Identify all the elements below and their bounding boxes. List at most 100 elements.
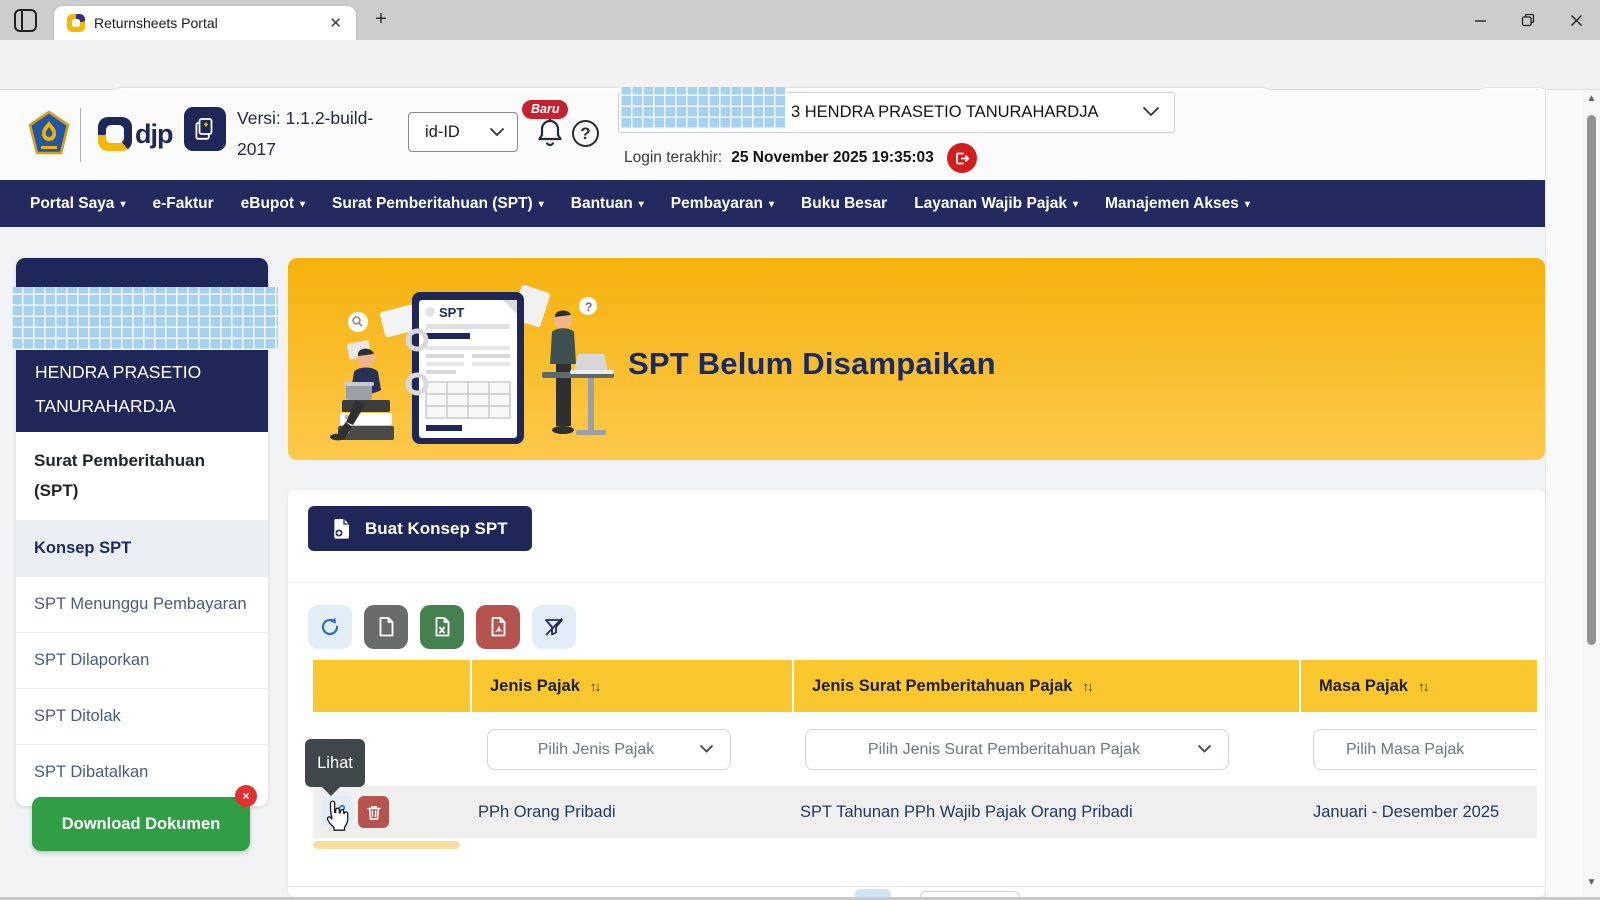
buat-konsep-spt-button[interactable]: Buat Konsep SPT: [308, 506, 532, 551]
chevron-down-icon: ▾: [1245, 199, 1250, 210]
sidebar-item-spt-menunggu-pembayaran[interactable]: SPT Menunggu Pembayaran: [16, 577, 268, 633]
banner-illustration: SPT: [320, 280, 620, 448]
restore-button[interactable]: [1504, 0, 1552, 40]
badge-close-icon[interactable]: ×: [235, 785, 257, 807]
scroll-down-icon[interactable]: ▼: [1583, 877, 1600, 888]
chevron-down-icon: [699, 744, 714, 754]
chevron-down-icon: ▾: [639, 199, 644, 210]
chevron-down-icon: [1197, 744, 1212, 754]
site-favicon-icon: [67, 14, 85, 32]
chevron-down-icon: [489, 127, 505, 137]
kemenkeu-logo-icon: [28, 110, 70, 156]
scroll-up-icon[interactable]: ▲: [1583, 93, 1600, 104]
pdf-file-icon: [488, 616, 508, 638]
sidebar-item-spt-dilaporkan[interactable]: SPT Dilaporkan: [16, 633, 268, 689]
returnsheets-app-icon[interactable]: [184, 107, 226, 151]
new-tab-button[interactable]: +: [368, 8, 394, 31]
filter-jenis-pajak-select[interactable]: Pilih Jenis Pajak: [487, 729, 731, 770]
column-header-jenis-pajak[interactable]: Jenis Pajak↑↓: [470, 660, 792, 712]
nav-bantuan[interactable]: Bantuan▾: [571, 195, 644, 213]
last-login-row: Login terakhir: 25 November 2025 19:35:0…: [624, 143, 977, 173]
sort-icon[interactable]: ↑↓: [1418, 679, 1428, 694]
close-button[interactable]: [1552, 0, 1600, 40]
language-select[interactable]: id-ID: [408, 112, 518, 152]
export-file-button[interactable]: [364, 605, 408, 649]
sidebar-user-card: HENDRA PRASETIO TANURAHARDJA: [16, 258, 268, 432]
panel-divider: [288, 582, 1545, 583]
sort-icon[interactable]: ↑↓: [1082, 679, 1092, 694]
nav-layanan-wajib-pajak[interactable]: Layanan Wajib Pajak▾: [914, 195, 1078, 213]
last-login-value: 25 November 2025 19:35:03: [731, 149, 934, 167]
delete-row-button[interactable]: [358, 796, 389, 828]
returnsheets-table: Jenis Pajak↑↓ Jenis Surat Pemberitahuan …: [313, 660, 1537, 886]
nav-ebupot[interactable]: eBupot▾: [241, 195, 305, 213]
sidebar-section-spt[interactable]: Surat Pemberitahuan (SPT): [16, 432, 268, 521]
vertical-scrollbar[interactable]: ▲ ▼: [1583, 90, 1600, 897]
djp-logo-icon: [98, 117, 132, 151]
version-label: Versi: 1.1.2-build-2017: [237, 103, 407, 165]
taxpayer-account-select[interactable]: 3 HENDRA PRASETIO TANURAHARDJA: [618, 92, 1175, 133]
trash-icon: [366, 804, 382, 821]
export-pdf-button[interactable]: [476, 605, 520, 649]
sidebar-item-konsep-spt[interactable]: Konsep SPT: [16, 521, 268, 577]
chevron-down-icon: ▾: [300, 199, 305, 210]
main-navigation: Portal Saya▾ e-Faktur eBupot▾ Surat Pemb…: [0, 180, 1545, 227]
nav-pembayaran[interactable]: Pembayaran▾: [671, 195, 774, 213]
pagination-active-page[interactable]: [855, 889, 891, 897]
chevron-down-icon: ▾: [120, 199, 125, 210]
svg-text:?: ?: [585, 300, 592, 314]
filter-jenis-surat-select[interactable]: Pilih Jenis Surat Pemberitahuan Pajak: [805, 729, 1229, 770]
page-content: HENDRA PRASETIO TANURAHARDJA Surat Pembe…: [0, 227, 1545, 897]
chevron-down-icon: [1142, 106, 1160, 117]
page-banner: SPT: [288, 258, 1545, 460]
export-excel-button[interactable]: [420, 605, 464, 649]
language-value: id-ID: [425, 123, 460, 142]
table-header-row: Jenis Pajak↑↓ Jenis Surat Pemberitahuan …: [313, 660, 1537, 712]
scrollbar-thumb[interactable]: [1587, 115, 1596, 645]
clear-filter-button[interactable]: [532, 605, 576, 649]
nav-buku-besar[interactable]: Buku Besar: [801, 195, 887, 213]
tab-workspaces-icon[interactable]: [14, 9, 37, 32]
tab-close-icon[interactable]: ✕: [325, 14, 346, 32]
nav-spt[interactable]: Surat Pemberitahuan (SPT)▾: [332, 195, 544, 213]
help-icon[interactable]: ?: [572, 120, 599, 147]
sidebar-item-spt-dibatalkan[interactable]: SPT Dibatalkan: [16, 745, 268, 800]
browser-tab[interactable]: Returnsheets Portal ✕: [54, 6, 356, 40]
table-toolbar: [308, 605, 576, 649]
notifications-bell-icon[interactable]: [534, 116, 568, 152]
chevron-down-icon: ▾: [769, 199, 774, 210]
last-login-label: Login terakhir:: [624, 149, 722, 167]
page-viewport: djp Versi: 1.1.2-build-2017 id-ID Baru ?…: [0, 90, 1583, 897]
refresh-button[interactable]: [308, 605, 352, 649]
cell-masa-pajak: Januari - Desember 2025: [1313, 786, 1499, 838]
file-icon: [376, 616, 396, 638]
sort-icon[interactable]: ↑↓: [590, 679, 600, 694]
nav-manajemen-akses[interactable]: Manajemen Akses▾: [1105, 195, 1250, 213]
browser-window: Returnsheets Portal ✕ + https://coretaxd…: [0, 0, 1600, 900]
new-badge: Baru: [522, 100, 568, 119]
djp-logo: djp: [98, 117, 173, 151]
minimize-button[interactable]: [1456, 0, 1504, 40]
nav-e-faktur[interactable]: e-Faktur: [152, 195, 213, 213]
header-divider: [80, 108, 81, 162]
column-header-jenis-surat[interactable]: Jenis Surat Pemberitahuan Pajak↑↓: [792, 660, 1299, 712]
table-horizontal-scrollbar[interactable]: [313, 841, 460, 849]
page-title: SPT Belum Disampaikan: [628, 346, 996, 382]
column-header-masa-pajak[interactable]: Masa Pajak↑↓: [1299, 660, 1537, 712]
refresh-icon: [319, 616, 341, 638]
redacted-npwp: [620, 87, 786, 129]
taxpayer-name: 3 HENDRA PRASETIO TANURAHARDJA: [791, 93, 1098, 132]
sidebar-item-spt-ditolak[interactable]: SPT Ditolak: [16, 689, 268, 745]
table-filter-row: Pilih Jenis Pajak Pilih Jenis Surat Pemb…: [313, 712, 1537, 786]
browser-toolbar: https://coretaxdjp.pajak.go.id/returnshe…: [0, 40, 1600, 90]
logout-button[interactable]: [947, 143, 977, 173]
filter-off-icon: [543, 616, 565, 638]
djp-wordmark: djp: [135, 119, 173, 150]
table-row: PPh Orang Pribadi SPT Tahunan PPh Wajib …: [313, 786, 1537, 838]
window-controls: [1456, 0, 1600, 40]
nav-portal-saya[interactable]: Portal Saya▾: [30, 195, 125, 213]
download-dokumen-button[interactable]: Download Dokumen ×: [32, 797, 250, 851]
excel-file-icon: [432, 616, 452, 638]
chevron-down-icon: ▾: [1073, 199, 1078, 210]
filter-masa-pajak-input[interactable]: [1313, 729, 1537, 770]
